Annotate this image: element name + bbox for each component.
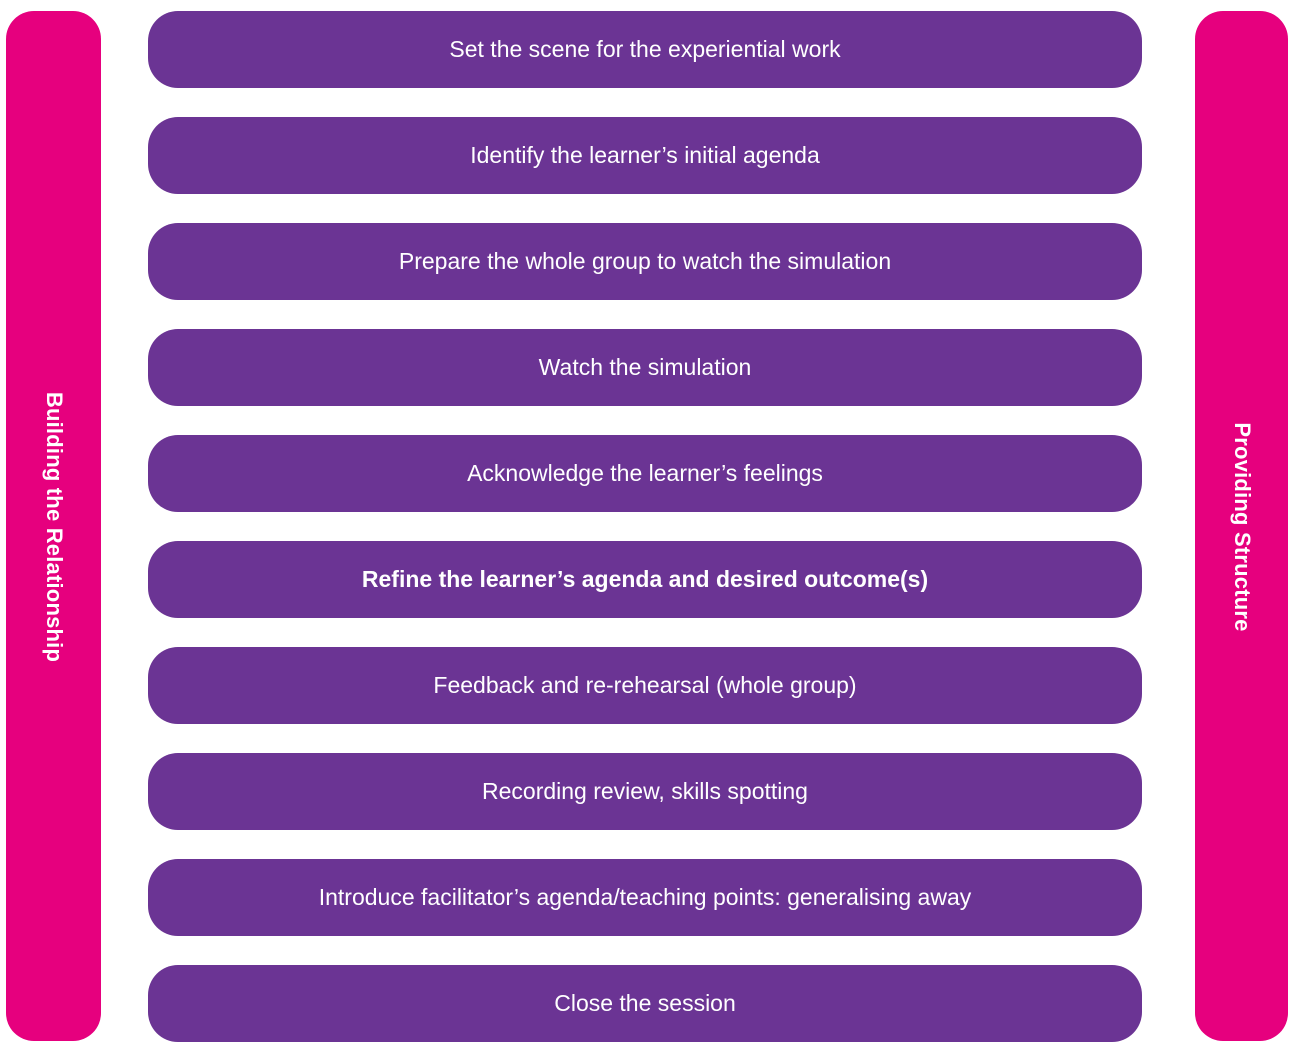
step-watch-simulation: Watch the simulation bbox=[148, 329, 1142, 406]
step-close-session: Close the session bbox=[148, 965, 1142, 1042]
step-refine-agenda: Refine the learner’s agenda and desired … bbox=[148, 541, 1142, 618]
providing-structure-label: Providing Structure bbox=[1229, 422, 1255, 632]
step-recording-review: Recording review, skills spotting bbox=[148, 753, 1142, 830]
step-identify-agenda: Identify the learner’s initial agenda bbox=[148, 117, 1142, 194]
step-acknowledge-feelings: Acknowledge the learner’s feelings bbox=[148, 435, 1142, 512]
step-set-scene: Set the scene for the experiential work bbox=[148, 11, 1142, 88]
building-relationship-label: Building the Relationship bbox=[41, 391, 67, 663]
providing-structure-bar: Providing Structure bbox=[1195, 11, 1288, 1041]
building-relationship-bar: Building the Relationship bbox=[6, 11, 101, 1041]
step-prepare-group: Prepare the whole group to watch the sim… bbox=[148, 223, 1142, 300]
step-feedback-rehearsal: Feedback and re-rehearsal (whole group) bbox=[148, 647, 1142, 724]
step-introduce-teaching-points: Introduce facilitator’s agenda/teaching … bbox=[148, 859, 1142, 936]
